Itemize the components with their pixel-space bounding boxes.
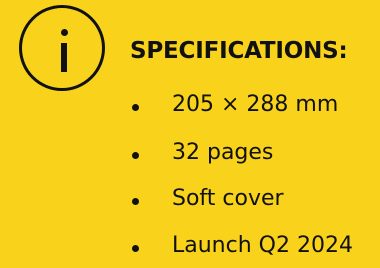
specifications-heading: SPECIFICATIONS: <box>130 38 348 64</box>
spec-text: Soft cover <box>172 186 284 211</box>
info-icon <box>19 5 105 91</box>
spec-text: 32 pages <box>172 140 274 165</box>
bullet-icon <box>132 198 139 205</box>
bullet-icon <box>132 104 139 111</box>
bullet-icon <box>132 245 139 252</box>
bullet-icon <box>132 152 139 159</box>
info-icon-dot <box>61 29 68 36</box>
info-icon-stem <box>61 43 67 72</box>
spec-text: Launch Q2 2024 <box>172 233 353 258</box>
spec-text: 205 × 288 mm <box>172 92 339 117</box>
